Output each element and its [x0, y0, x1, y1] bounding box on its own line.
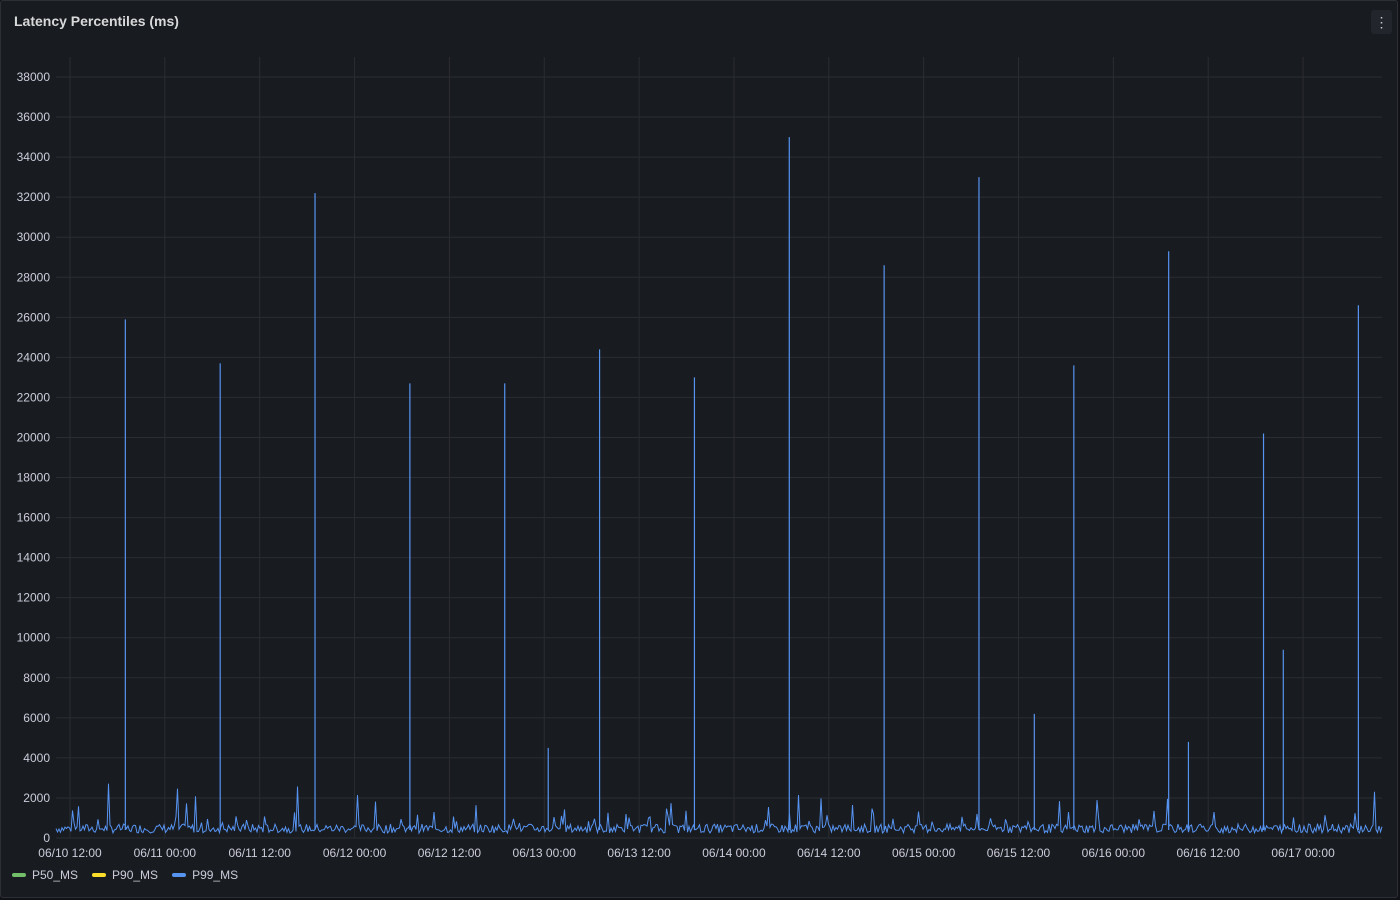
series-line-p99-baseline: [55, 783, 1383, 835]
x-tick-label: 06/11 12:00: [228, 846, 291, 860]
y-tick-label: 2000: [23, 791, 50, 805]
x-tick-label: 06/14 12:00: [797, 846, 861, 860]
y-tick-label: 36000: [17, 110, 51, 124]
x-tick-label: 06/14 00:00: [702, 846, 766, 860]
x-tick-label: 06/13 00:00: [513, 846, 577, 860]
legend-label-p90: P90_MS: [112, 868, 159, 882]
latency-chart: 0 2000 4000 6000 8000 10000 12000 14000 16000 180…: [17, 57, 1383, 860]
chart-grid: [56, 57, 1382, 839]
legend-item-p99[interactable]: P99_MS: [172, 868, 238, 882]
y-tick-label: 34000: [17, 150, 51, 164]
legend-swatch-p99: [172, 873, 187, 877]
legend-swatch-p50: [12, 873, 26, 877]
y-tick-label: 10000: [17, 631, 51, 645]
y-tick-label: 0: [43, 831, 50, 845]
x-axis-ticks: 06/10 12:00 06/11 00:00 06/11 12:00 06/12 0…: [38, 846, 1335, 860]
legend-label-p99: P99_MS: [192, 868, 239, 882]
x-tick-label: 06/10 12:00: [38, 846, 102, 860]
y-tick-label: 30000: [17, 230, 51, 244]
y-tick-label: 8000: [23, 671, 50, 685]
x-tick-label: 06/15 00:00: [892, 846, 956, 860]
y-tick-label: 6000: [23, 711, 50, 725]
y-tick-label: 20000: [17, 430, 51, 444]
y-tick-label: 12000: [17, 591, 51, 605]
x-tick-label: 06/12 00:00: [323, 846, 387, 860]
x-tick-label: 06/12 12:00: [418, 846, 482, 860]
y-tick-label: 18000: [17, 471, 51, 485]
x-tick-label: 06/16 12:00: [1176, 846, 1240, 860]
y-tick-label: 22000: [17, 390, 51, 404]
legend-item-p90[interactable]: P90_MS: [92, 868, 158, 882]
legend-item-p50[interactable]: P50_MS: [12, 868, 78, 882]
legend: P50_MS P90_MS P99_MS: [12, 868, 238, 882]
x-tick-label: 06/16 00:00: [1082, 846, 1146, 860]
x-tick-label: 06/11 00:00: [134, 846, 197, 860]
x-tick-label: 06/13 12:00: [607, 846, 671, 860]
legend-label-p50: P50_MS: [32, 868, 79, 882]
y-tick-label: 24000: [17, 350, 51, 364]
y-tick-label: 4000: [23, 751, 50, 765]
y-axis-ticks: 0 2000 4000 6000 8000 10000 12000 14000 16000 180…: [17, 70, 51, 845]
y-tick-label: 38000: [17, 70, 51, 84]
y-tick-label: 14000: [17, 551, 51, 565]
legend-swatch-p90: [92, 873, 107, 877]
x-tick-label: 06/17 00:00: [1271, 846, 1335, 860]
y-tick-label: 28000: [17, 270, 51, 284]
series-spikes-p99: [124, 137, 1359, 830]
y-tick-label: 16000: [17, 511, 51, 525]
y-tick-label: 32000: [17, 190, 51, 204]
x-tick-label: 06/15 12:00: [987, 846, 1051, 860]
y-tick-label: 26000: [17, 310, 51, 324]
